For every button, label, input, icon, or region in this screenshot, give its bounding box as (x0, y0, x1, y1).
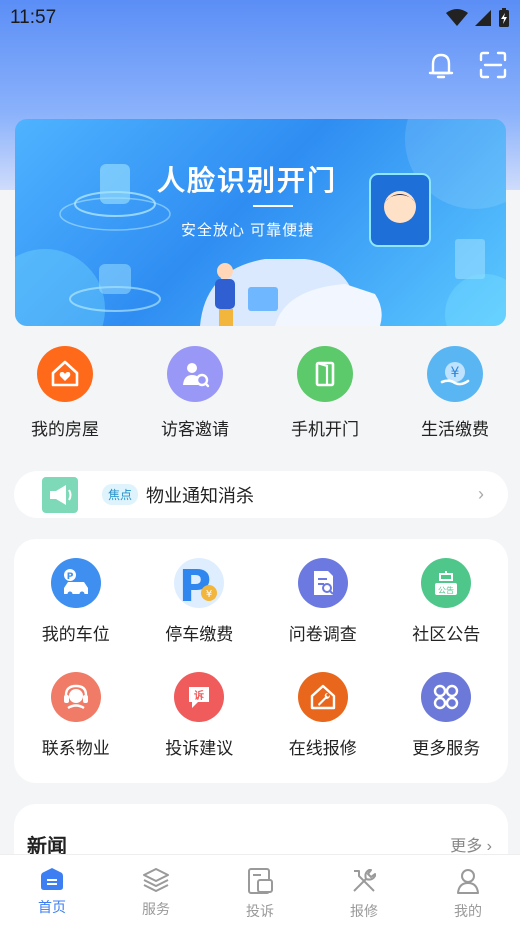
visitor-icon (183, 363, 210, 388)
svg-text:P: P (66, 572, 73, 582)
complaint-icon: 诉 (189, 687, 210, 708)
quick-label: 生活缴费 (421, 420, 489, 439)
service-announcement[interactable]: 公告 社区公告 (385, 558, 509, 645)
chevron-right-icon: › (482, 838, 492, 855)
chevron-right-icon: › (478, 484, 484, 504)
svg-text:公告: 公告 (438, 585, 454, 595)
svg-text:¥: ¥ (206, 589, 212, 600)
wifi-icon (446, 9, 468, 26)
door-icon (315, 361, 335, 387)
tab-label: 我的 (454, 903, 482, 919)
tab-home[interactable]: 首页 (0, 855, 104, 926)
notice-text: 物业通知消杀 (146, 485, 255, 506)
complaint-doc-icon (248, 868, 273, 894)
quick-life-payment[interactable]: ¥ 生活缴费 (390, 346, 520, 446)
home-icon (41, 868, 63, 890)
service-survey[interactable]: 问卷调查 (261, 558, 385, 645)
headset-icon (63, 684, 88, 710)
banner-title: 人脸识别开门 (157, 165, 338, 196)
tab-label: 报修 (350, 903, 378, 919)
house-icon (51, 360, 79, 387)
tab-label: 投诉 (246, 903, 274, 919)
more-icon (434, 684, 459, 710)
battery-icon (499, 8, 509, 27)
parking-car-icon: P (63, 569, 88, 597)
layers-icon (143, 868, 169, 892)
scan-icon[interactable] (478, 50, 508, 80)
quick-phone-unlock[interactable]: 手机开门 (260, 346, 390, 446)
survey-icon (313, 571, 334, 595)
repair-icon (310, 684, 335, 710)
service-label: 联系物业 (41, 739, 110, 758)
service-complaint[interactable]: 诉 投诉建议 (138, 672, 262, 759)
service-label: 社区公告 (412, 625, 481, 644)
service-parking-pay[interactable]: P ¥ 停车缴费 (138, 558, 262, 645)
news-more-link[interactable]: 更多 › (450, 832, 492, 856)
service-label: 停车缴费 (165, 625, 234, 644)
service-my-parking[interactable]: P 我的车位 (14, 558, 138, 645)
tab-label: 首页 (38, 899, 66, 915)
banner-divider (253, 205, 293, 207)
notice-bar[interactable]: 焦点 物业通知消杀 › (14, 471, 508, 518)
signal-icon (475, 10, 491, 26)
status-bar: 11:57 (0, 0, 520, 36)
svg-text:诉: 诉 (194, 689, 204, 702)
service-online-repair[interactable]: 在线报修 (261, 672, 385, 759)
quick-label: 我的房屋 (31, 420, 99, 439)
status-time: 11:57 (10, 7, 57, 28)
bell-icon[interactable] (426, 50, 456, 80)
notice-tag: 焦点 (102, 484, 139, 505)
quick-label: 手机开门 (291, 420, 359, 439)
bottom-tab-bar: 首页 服务 投诉 报修 我的 (0, 854, 520, 926)
banner-subtitle: 安全放心 可靠便捷 (181, 222, 315, 239)
quick-label: 访客邀请 (161, 420, 229, 439)
svg-text:¥: ¥ (451, 365, 460, 381)
services-panel: P 我的车位 P ¥ 停车缴费 问卷调查 公告 社区公告 联系物业 诉 投诉建议… (14, 539, 508, 783)
service-contact-property[interactable]: 联系物业 (14, 672, 138, 759)
announcement-icon: 公告 (435, 571, 458, 595)
payment-icon: ¥ (440, 362, 470, 386)
tab-services[interactable]: 服务 (104, 855, 208, 926)
tab-repair[interactable]: 报修 (312, 855, 416, 926)
service-label: 投诉建议 (165, 739, 234, 758)
service-label: 更多服务 (412, 739, 481, 758)
quick-my-house[interactable]: 我的房屋 (0, 346, 130, 446)
quick-visitor-invite[interactable]: 访客邀请 (130, 346, 260, 446)
service-label: 问卷调查 (288, 625, 357, 644)
service-label: 在线报修 (288, 739, 357, 758)
tab-complaint[interactable]: 投诉 (208, 855, 312, 926)
service-label: 我的车位 (41, 625, 110, 644)
tools-icon (353, 869, 376, 892)
service-more[interactable]: 更多服务 (385, 672, 509, 759)
megaphone-icon (42, 476, 78, 513)
tab-label: 服务 (142, 901, 170, 917)
profile-icon (457, 869, 479, 894)
quick-actions: 我的房屋 访客邀请 手机开门 ¥ 生活缴费 (0, 346, 520, 446)
tab-profile[interactable]: 我的 (416, 855, 520, 926)
parking-pay-icon: P ¥ (179, 561, 218, 607)
face-recognition-banner[interactable]: 人脸识别开门 安全放心 可靠便捷 (15, 119, 506, 326)
